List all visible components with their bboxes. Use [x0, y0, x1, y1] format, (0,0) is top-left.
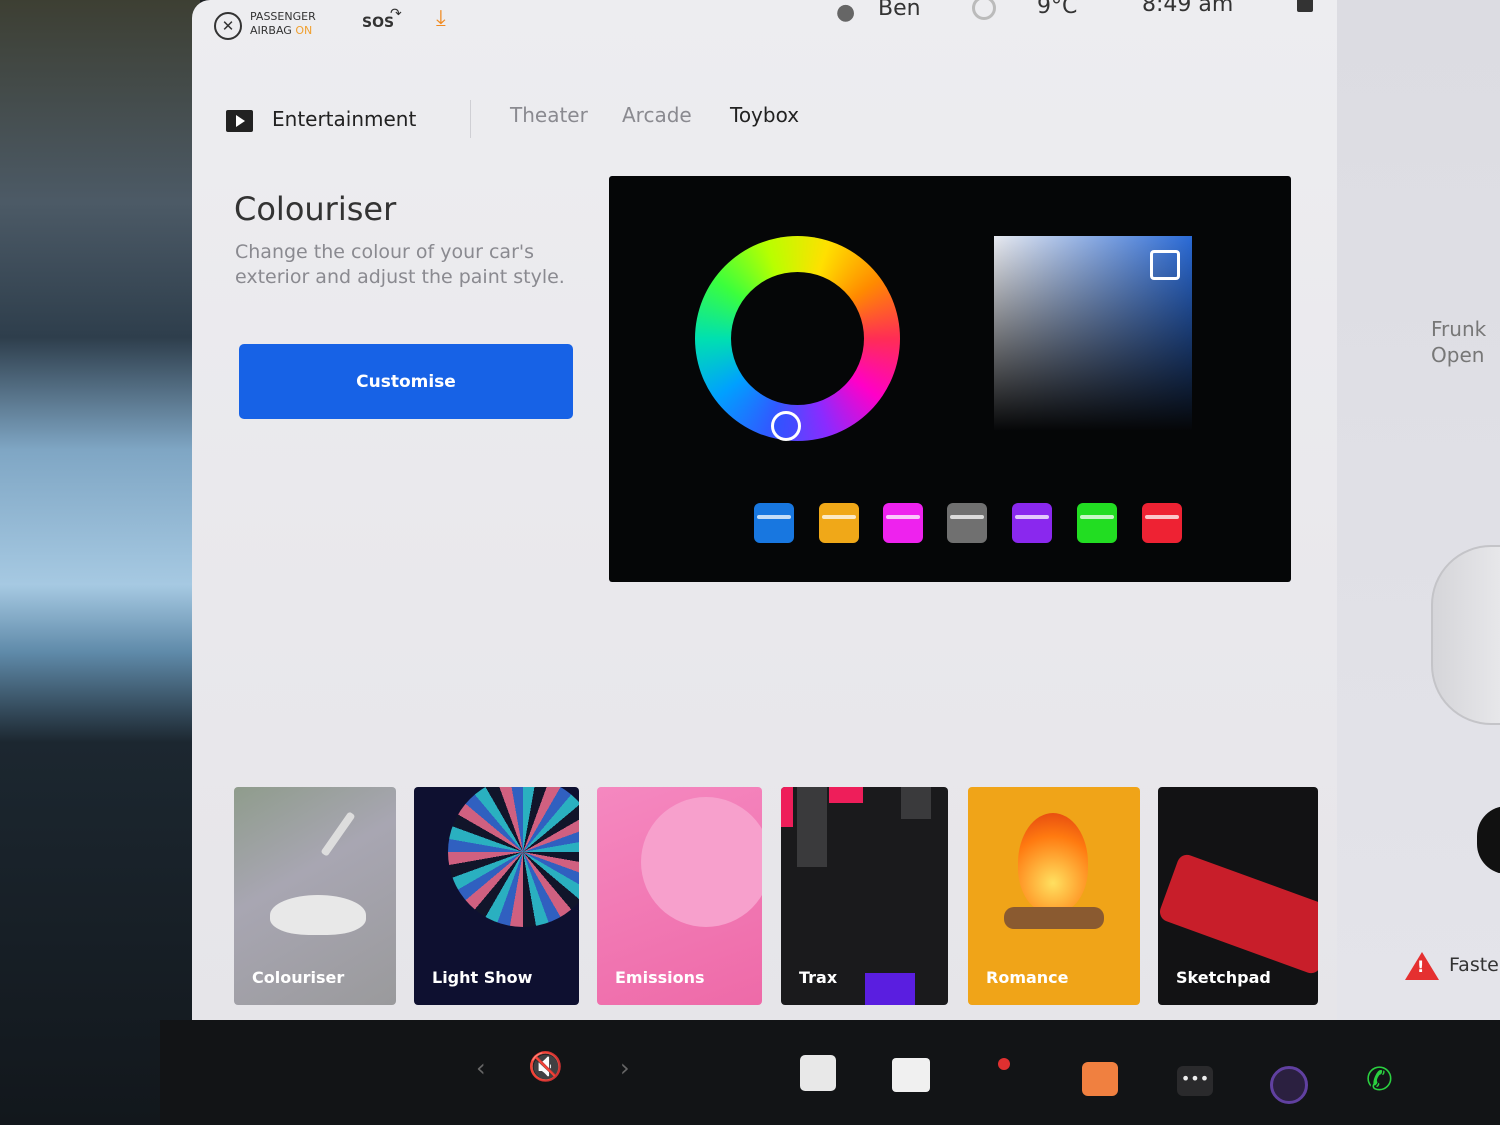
customise-button[interactable]: Customise [239, 344, 573, 419]
tab-theater[interactable]: Theater [510, 103, 588, 127]
frunk-label: Frunk [1431, 317, 1487, 341]
hue-handle[interactable] [771, 411, 801, 441]
airbag-line1: PASSENGER [250, 10, 316, 23]
airbag-status-text: PASSENGER AIRBAG ON [250, 10, 316, 38]
sos-arrow-icon: ↷ [390, 6, 402, 22]
download-icon[interactable]: ⤓ [436, 6, 446, 31]
user-name[interactable]: Ben [878, 0, 921, 21]
app-card-label: Sketchpad [1176, 968, 1271, 987]
clock: 8:49 am [1142, 0, 1234, 17]
theater-icon[interactable] [892, 1058, 930, 1092]
temperature: 9°C [1037, 0, 1078, 19]
lock-icon[interactable] [1297, 0, 1313, 12]
hue-wheel-center [731, 272, 864, 405]
chevron-left-icon[interactable]: ‹ [476, 1054, 486, 1082]
section-title: Entertainment [272, 107, 417, 131]
user-icon[interactable]: ● [836, 0, 855, 25]
frunk-status[interactable]: Frunk Open [1431, 316, 1486, 368]
car-status-panel: Frunk Open ! Faste [1337, 0, 1500, 1020]
app-card-label: Romance [986, 968, 1069, 987]
app-card-label: Trax [799, 968, 838, 987]
app-card-label: Light Show [432, 968, 533, 987]
phone-icon[interactable]: ✆ [1366, 1060, 1393, 1098]
page-description: Change the colour of your car's exterior… [235, 241, 565, 288]
car-model [1431, 545, 1500, 725]
color-swatch[interactable] [819, 503, 859, 543]
app-card-light-show[interactable]: Light Show [414, 787, 579, 1005]
app-card-sketchpad[interactable]: Sketchpad [1158, 787, 1318, 1005]
color-swatch[interactable] [947, 503, 987, 543]
frunk-state: Open [1431, 343, 1485, 367]
tab-arcade[interactable]: Arcade [622, 103, 692, 127]
hue-wheel[interactable] [695, 236, 900, 441]
saturation-handle[interactable] [1150, 250, 1180, 280]
main-screen: ✕ PASSENGER AIRBAG ON SOS ↷ ⤓ ● Ben 9°C … [192, 0, 1337, 1020]
chevron-right-icon[interactable]: › [620, 1054, 630, 1082]
tab-divider [470, 100, 471, 138]
entertainment-tabs: Entertainment Theater Arcade Toybox [226, 98, 1026, 138]
color-swatch[interactable] [1142, 503, 1182, 543]
app-card-colouriser[interactable]: Colouriser [234, 787, 396, 1005]
color-swatch[interactable] [883, 503, 923, 543]
app-card-label: Emissions [615, 968, 705, 987]
app-card-emissions[interactable]: Emissions [597, 787, 762, 1005]
page-title: Colouriser [234, 190, 397, 228]
sentry-icon[interactable] [972, 0, 996, 20]
side-round-button[interactable] [1477, 806, 1500, 874]
airbag-status: ON [295, 24, 313, 37]
airbag-line2: AIRBAG [250, 24, 292, 37]
color-swatch[interactable] [754, 503, 794, 543]
notes-icon[interactable] [800, 1055, 836, 1091]
status-bar: ✕ PASSENGER AIRBAG ON SOS ↷ ⤓ ● Ben 9°C … [192, 0, 1337, 50]
car-interior-background [0, 0, 200, 1125]
warning-mark: ! [1417, 957, 1425, 976]
app-card-label: Colouriser [252, 968, 345, 987]
color-swatch[interactable] [1077, 503, 1117, 543]
more-icon[interactable]: ••• [1177, 1066, 1213, 1096]
airbag-off-icon: ✕ [214, 12, 242, 40]
seatbelt-warning: Faste [1449, 954, 1499, 976]
app-card-trax[interactable]: Trax [781, 787, 948, 1005]
joystick-icon[interactable] [998, 1058, 1010, 1070]
color-picker-panel [609, 176, 1291, 582]
app-card-romance[interactable]: Romance [968, 787, 1140, 1005]
film-icon [226, 110, 253, 132]
mute-icon[interactable]: 🔇 [528, 1050, 563, 1083]
camera-icon[interactable] [1270, 1066, 1308, 1104]
tab-toybox[interactable]: Toybox [730, 103, 799, 127]
color-swatch[interactable] [1012, 503, 1052, 543]
toybox-icon[interactable] [1082, 1062, 1118, 1096]
